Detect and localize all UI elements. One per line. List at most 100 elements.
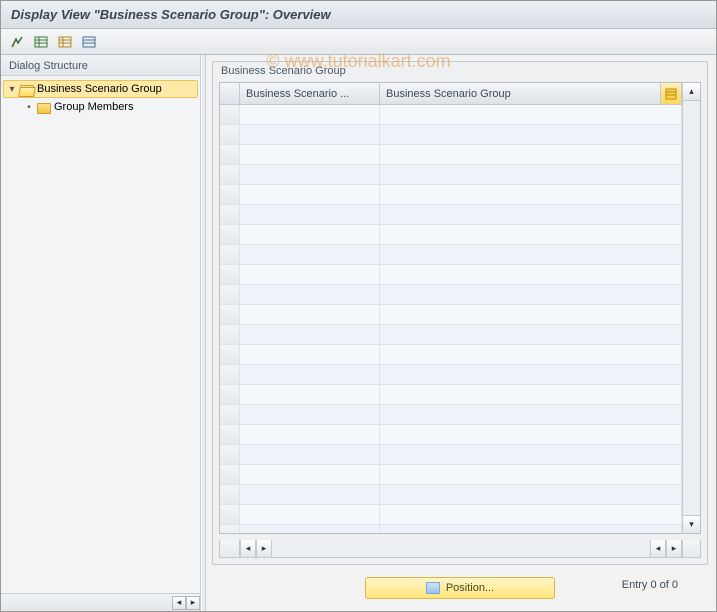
row-selector[interactable]: [220, 225, 240, 245]
row-selector[interactable]: [220, 305, 240, 325]
row-selector[interactable]: [220, 205, 240, 225]
tree-item-group-members[interactable]: • Group Members: [3, 98, 198, 116]
row-selector[interactable]: [220, 265, 240, 285]
scroll-right-end-button[interactable]: ▸: [666, 540, 682, 557]
cell-business-scenario-group[interactable]: [380, 525, 682, 533]
toggle-change-icon[interactable]: [7, 32, 27, 52]
scroll-right-button[interactable]: ▸: [256, 540, 272, 557]
cell-business-scenario[interactable]: [240, 485, 380, 505]
cell-business-scenario-group[interactable]: [380, 405, 682, 425]
cell-business-scenario[interactable]: [240, 165, 380, 185]
cell-business-scenario[interactable]: [240, 445, 380, 465]
expand-table-icon[interactable]: [31, 32, 51, 52]
row-selector[interactable]: [220, 525, 240, 533]
cell-business-scenario-group[interactable]: [380, 465, 682, 485]
cell-business-scenario-group[interactable]: [380, 345, 682, 365]
column-header-business-scenario[interactable]: Business Scenario ...: [240, 83, 380, 105]
table-row[interactable]: [220, 205, 682, 225]
sidebar-scroll-left[interactable]: ◂: [172, 596, 186, 610]
position-button[interactable]: Position...: [365, 577, 555, 599]
row-selector[interactable]: [220, 165, 240, 185]
vscroll-track[interactable]: [683, 101, 700, 515]
hscroll-track[interactable]: [272, 540, 650, 557]
row-selector[interactable]: [220, 385, 240, 405]
table-row[interactable]: [220, 165, 682, 185]
row-selector[interactable]: [220, 445, 240, 465]
column-header-business-scenario-group[interactable]: Business Scenario Group: [380, 83, 682, 105]
cell-business-scenario[interactable]: [240, 525, 380, 533]
row-selector[interactable]: [220, 505, 240, 525]
cell-business-scenario[interactable]: [240, 325, 380, 345]
table-row[interactable]: [220, 245, 682, 265]
table-row[interactable]: [220, 445, 682, 465]
cell-business-scenario-group[interactable]: [380, 445, 682, 465]
cell-business-scenario[interactable]: [240, 245, 380, 265]
row-selector-header[interactable]: [220, 83, 240, 105]
cell-business-scenario[interactable]: [240, 405, 380, 425]
cell-business-scenario-group[interactable]: [380, 385, 682, 405]
table-row[interactable]: [220, 425, 682, 445]
print-table-icon[interactable]: [79, 32, 99, 52]
cell-business-scenario[interactable]: [240, 145, 380, 165]
table-row[interactable]: [220, 365, 682, 385]
table-row[interactable]: [220, 405, 682, 425]
cell-business-scenario[interactable]: [240, 305, 380, 325]
cell-business-scenario-group[interactable]: [380, 105, 682, 125]
cell-business-scenario-group[interactable]: [380, 305, 682, 325]
cell-business-scenario-group[interactable]: [380, 145, 682, 165]
horizontal-scrollbar[interactable]: ◂ ▸ ◂ ▸: [219, 540, 701, 558]
row-selector[interactable]: [220, 405, 240, 425]
cell-business-scenario[interactable]: [240, 265, 380, 285]
tree-item-business-scenario-group[interactable]: ▾ Business Scenario Group: [3, 80, 198, 98]
table-row[interactable]: [220, 145, 682, 165]
row-selector[interactable]: [220, 105, 240, 125]
table-row[interactable]: [220, 325, 682, 345]
cell-business-scenario-group[interactable]: [380, 185, 682, 205]
table-row[interactable]: [220, 305, 682, 325]
table-row[interactable]: [220, 105, 682, 125]
cell-business-scenario[interactable]: [240, 105, 380, 125]
tree-expander-icon[interactable]: ▾: [7, 84, 17, 95]
sidebar-scroll-right[interactable]: ▸: [186, 596, 200, 610]
row-selector[interactable]: [220, 145, 240, 165]
row-selector[interactable]: [220, 125, 240, 145]
cell-business-scenario-group[interactable]: [380, 205, 682, 225]
scroll-up-button[interactable]: ▴: [683, 83, 700, 101]
collapse-table-icon[interactable]: [55, 32, 75, 52]
scroll-down-button[interactable]: ▾: [683, 515, 700, 533]
table-row[interactable]: [220, 285, 682, 305]
cell-business-scenario-group[interactable]: [380, 165, 682, 185]
row-selector[interactable]: [220, 485, 240, 505]
cell-business-scenario-group[interactable]: [380, 485, 682, 505]
table-settings-icon[interactable]: [660, 83, 682, 105]
cell-business-scenario-group[interactable]: [380, 425, 682, 445]
row-selector[interactable]: [220, 185, 240, 205]
cell-business-scenario[interactable]: [240, 385, 380, 405]
cell-business-scenario[interactable]: [240, 345, 380, 365]
table-row[interactable]: [220, 265, 682, 285]
table-row[interactable]: [220, 345, 682, 365]
cell-business-scenario[interactable]: [240, 365, 380, 385]
cell-business-scenario-group[interactable]: [380, 285, 682, 305]
table-row[interactable]: [220, 485, 682, 505]
row-selector[interactable]: [220, 365, 240, 385]
cell-business-scenario[interactable]: [240, 125, 380, 145]
table-row[interactable]: [220, 185, 682, 205]
cell-business-scenario-group[interactable]: [380, 245, 682, 265]
cell-business-scenario[interactable]: [240, 285, 380, 305]
scroll-left-end-button[interactable]: ◂: [650, 540, 666, 557]
row-selector[interactable]: [220, 285, 240, 305]
cell-business-scenario[interactable]: [240, 505, 380, 525]
cell-business-scenario-group[interactable]: [380, 125, 682, 145]
cell-business-scenario-group[interactable]: [380, 365, 682, 385]
vertical-scrollbar[interactable]: ▴ ▾: [682, 83, 700, 533]
table-row[interactable]: [220, 505, 682, 525]
cell-business-scenario[interactable]: [240, 205, 380, 225]
table-row[interactable]: [220, 525, 682, 533]
scroll-left-button[interactable]: ◂: [240, 540, 256, 557]
row-selector[interactable]: [220, 425, 240, 445]
row-selector[interactable]: [220, 345, 240, 365]
cell-business-scenario-group[interactable]: [380, 225, 682, 245]
cell-business-scenario-group[interactable]: [380, 265, 682, 285]
cell-business-scenario-group[interactable]: [380, 505, 682, 525]
